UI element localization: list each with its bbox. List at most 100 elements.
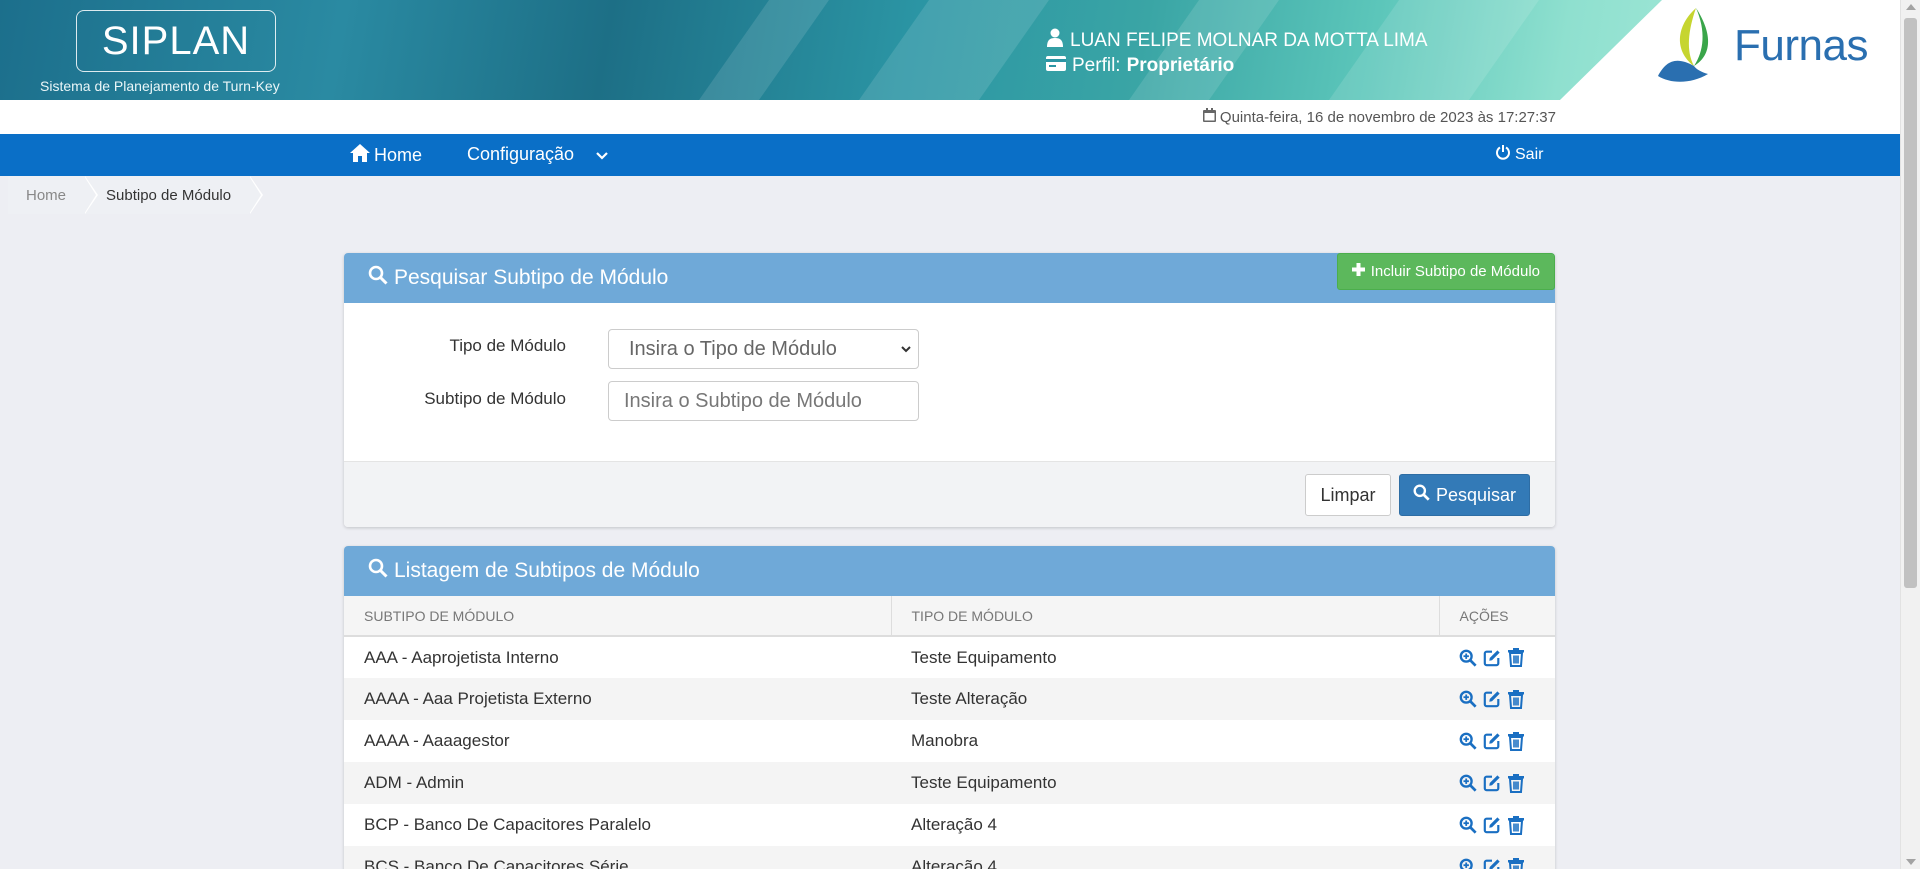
cell-subtipo: AAAA - Aaa Projetista Externo <box>344 678 891 720</box>
subtipo-table: SUBTIPO DE MÓDULO TIPO DE MÓDULO AÇÕES A… <box>344 596 1555 869</box>
app-subtitle: Sistema de Planejamento de Turn-Key <box>40 78 280 94</box>
add-subtipo-button[interactable]: Incluir Subtipo de Módulo <box>1336 253 1555 290</box>
subtipo-input[interactable] <box>608 381 919 421</box>
table-header-row: SUBTIPO DE MÓDULO TIPO DE MÓDULO AÇÕES <box>344 596 1555 637</box>
table-row: AAA - Aaprojetista Interno Teste Equipame… <box>344 636 1555 678</box>
trash-icon[interactable] <box>1507 815 1525 835</box>
zoom-icon[interactable] <box>1459 858 1477 869</box>
user-name-line: LUAN FELIPE MOLNAR DA MOTTA LIMA <box>1046 28 1428 53</box>
nav-logout[interactable]: Sair <box>1495 144 1543 165</box>
search-button[interactable]: Pesquisar <box>1399 474 1530 516</box>
app-logo[interactable]: SIPLAN <box>76 10 276 72</box>
nav-home[interactable]: Home <box>350 144 422 167</box>
user-name: LUAN FELIPE MOLNAR DA MOTTA LIMA <box>1070 29 1428 51</box>
subtipo-label: Subtipo de Módulo <box>424 389 566 408</box>
cell-actions <box>1439 636 1555 678</box>
trash-icon[interactable] <box>1507 773 1525 793</box>
user-icon <box>1046 28 1064 53</box>
column-header-acoes: AÇÕES <box>1439 596 1555 637</box>
add-subtipo-label: Incluir Subtipo de Módulo <box>1370 263 1540 280</box>
list-panel: Listagem de Subtipos de Módulo SUBTIPO D… <box>344 546 1555 869</box>
tipo-label: Tipo de Módulo <box>449 336 566 355</box>
edit-icon[interactable] <box>1483 649 1501 667</box>
cell-actions <box>1439 762 1555 804</box>
cell-actions <box>1439 720 1555 762</box>
table-row: BCS - Banco De Capacitores Série Alteraçã… <box>344 846 1555 869</box>
tipo-select[interactable]: Insira o Tipo de Módulo <box>608 329 919 369</box>
nav-config-label: Configuração <box>467 144 575 164</box>
scroll-down-arrow[interactable] <box>1906 859 1916 865</box>
edit-icon[interactable] <box>1483 816 1501 834</box>
edit-icon[interactable] <box>1483 690 1501 708</box>
table-body: AAA - Aaprojetista Interno Teste Equipame… <box>344 636 1555 869</box>
clear-button[interactable]: Limpar <box>1305 474 1391 516</box>
tipo-row: Tipo de Módulo Insira o Tipo de Módulo <box>344 329 1555 369</box>
chevron-down-icon <box>900 340 912 364</box>
home-icon <box>350 144 370 167</box>
edit-icon[interactable] <box>1483 858 1501 869</box>
search-icon <box>1413 484 1430 506</box>
nav-configuracao[interactable]: Configuração <box>467 144 608 165</box>
main-navbar: Home Configuração Sair <box>0 134 1900 176</box>
chevron-down-icon <box>596 144 608 165</box>
cell-actions <box>1439 846 1555 869</box>
scroll-thumb[interactable] <box>1904 18 1917 588</box>
list-panel-title: Listagem de Subtipos de Módulo <box>394 559 700 582</box>
column-header-tipo[interactable]: TIPO DE MÓDULO <box>891 596 1440 637</box>
brand-name: Furnas <box>1734 21 1868 70</box>
calendar-icon <box>1202 108 1216 126</box>
header-banner: SIPLAN Sistema de Planejamento de Turn-K… <box>0 0 1900 100</box>
cell-subtipo: ADM - Admin <box>344 762 891 804</box>
furnas-leaf-icon <box>1658 8 1709 82</box>
edit-icon[interactable] <box>1483 732 1501 750</box>
table-row: BCP - Banco De Capacitores Paralelo Alter… <box>344 804 1555 846</box>
cell-actions <box>1439 678 1555 720</box>
cell-tipo: Alteração 4 <box>891 846 1439 869</box>
cell-tipo: Manobra <box>911 731 979 750</box>
logout-label: Sair <box>1515 145 1544 163</box>
profile-value: Proprietário <box>1126 55 1235 76</box>
page-scrollbar[interactable] <box>1900 0 1920 869</box>
trash-icon[interactable] <box>1507 857 1525 869</box>
power-icon <box>1495 144 1511 165</box>
breadcrumb: Home Subtipo de Módulo <box>8 176 264 214</box>
cell-subtipo: BCS - Banco De Capacitores Série <box>344 846 891 869</box>
nav-home-label: Home <box>374 145 423 165</box>
cell-actions <box>1439 804 1555 846</box>
plus-icon <box>1351 263 1365 280</box>
cell-tipo: Teste Equipamento <box>911 647 1057 667</box>
zoom-icon[interactable] <box>1459 690 1477 708</box>
table-row: AAAA - Aaa Projetista Externo Teste Alter… <box>344 678 1555 720</box>
cell-subtipo: BCP - Banco De Capacitores Paralelo <box>364 815 651 834</box>
breadcrumb-current: Subtipo de Módulo <box>84 176 264 214</box>
search-panel-footer: Limpar Pesquisar <box>344 461 1555 527</box>
trash-icon[interactable] <box>1507 648 1525 667</box>
cell-tipo: Alteração 4 <box>911 815 997 834</box>
profile-label: Perfil: <box>1072 55 1121 76</box>
scroll-up-arrow[interactable] <box>1906 4 1916 10</box>
search-panel-title: Pesquisar Subtipo de Módulo <box>394 266 669 289</box>
list-panel-header: Listagem de Subtipos de Módulo <box>344 546 1555 596</box>
zoom-icon[interactable] <box>1459 732 1477 750</box>
trash-icon[interactable] <box>1507 731 1525 751</box>
search-button-label: Pesquisar <box>1435 484 1517 505</box>
date-text: Quinta-feira, 16 de novembro de 2023 às … <box>1219 108 1556 126</box>
app-name: SIPLAN <box>101 18 251 63</box>
cell-tipo: Teste Alteração <box>891 678 1439 720</box>
column-header-subtipo[interactable]: SUBTIPO DE MÓDULO <box>344 596 892 637</box>
id-card-icon <box>1046 55 1066 77</box>
tipo-select-value: Insira o Tipo de Módulo <box>629 337 837 360</box>
edit-icon[interactable] <box>1483 774 1501 792</box>
zoom-icon[interactable] <box>1459 774 1477 792</box>
search-icon <box>368 558 388 584</box>
trash-icon[interactable] <box>1507 689 1525 709</box>
profile-line: Perfil: Proprietário <box>1046 55 1234 77</box>
cell-tipo: Teste Equipamento <box>891 762 1439 804</box>
zoom-icon[interactable] <box>1459 816 1477 834</box>
zoom-icon[interactable] <box>1459 649 1477 667</box>
cell-subtipo: AAAA - Aaaagestor <box>364 731 510 750</box>
breadcrumb-home[interactable]: Home <box>8 176 99 214</box>
search-panel: Pesquisar Subtipo de Módulo Incluir Subt… <box>344 253 1555 527</box>
date-bar: Quinta-feira, 16 de novembro de 2023 às … <box>0 100 1900 134</box>
table-row: AAAA - Aaaagestor Manobra <box>344 720 1555 762</box>
